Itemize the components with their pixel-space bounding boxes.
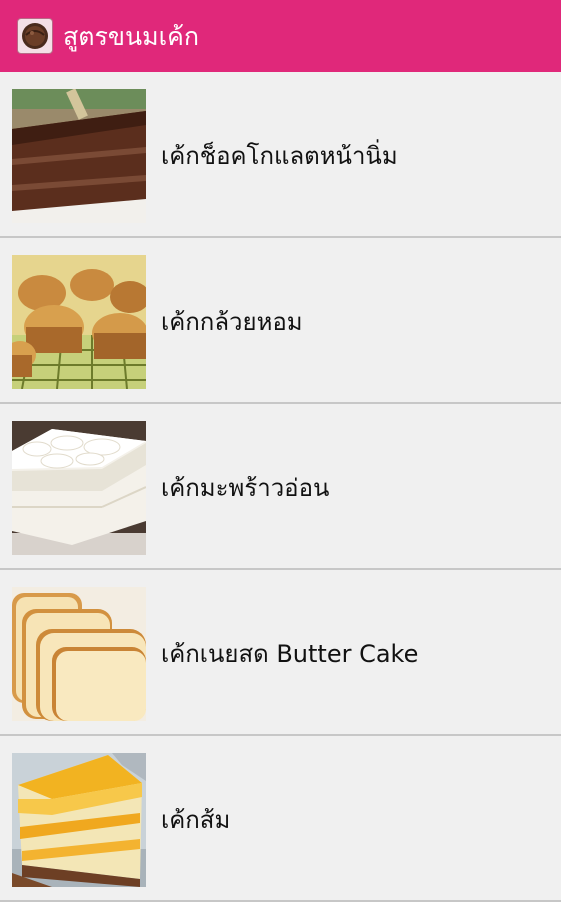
list-item[interactable]: เค้กเนยสด Butter Cake [0,570,561,736]
list-item[interactable]: เค้กช็อคโกแลตหน้านิ่ม [0,72,561,238]
app-bar: สูตรขนมเค้ก [0,0,561,72]
recipe-list[interactable]: เค้กช็อคโกแลตหน้านิ่ม เค้กกล้วยหอม เค้กม… [0,72,561,902]
list-item[interactable]: เค้กมะพร้าวอ่อน [0,404,561,570]
app-logo-icon [17,18,53,54]
recipe-title: เค้กเนยสด Butter Cake [161,639,419,668]
recipe-title: เค้กกล้วยหอม [161,307,303,336]
coconut-cake-image [12,421,146,555]
recipe-title: เค้กมะพร้าวอ่อน [161,473,330,502]
butter-cake-image [12,587,146,721]
chocolate-cake-image [12,89,146,223]
recipe-title: เค้กช็อคโกแลตหน้านิ่ม [161,141,398,170]
orange-cake-image [12,753,146,887]
recipe-title: เค้กส้ม [161,805,231,834]
app-title: สูตรขนมเค้ก [63,21,199,51]
list-item[interactable]: เค้กกล้วยหอม [0,238,561,404]
list-item[interactable]: เค้กส้ม [0,736,561,902]
banana-cupcakes-image [12,255,146,389]
